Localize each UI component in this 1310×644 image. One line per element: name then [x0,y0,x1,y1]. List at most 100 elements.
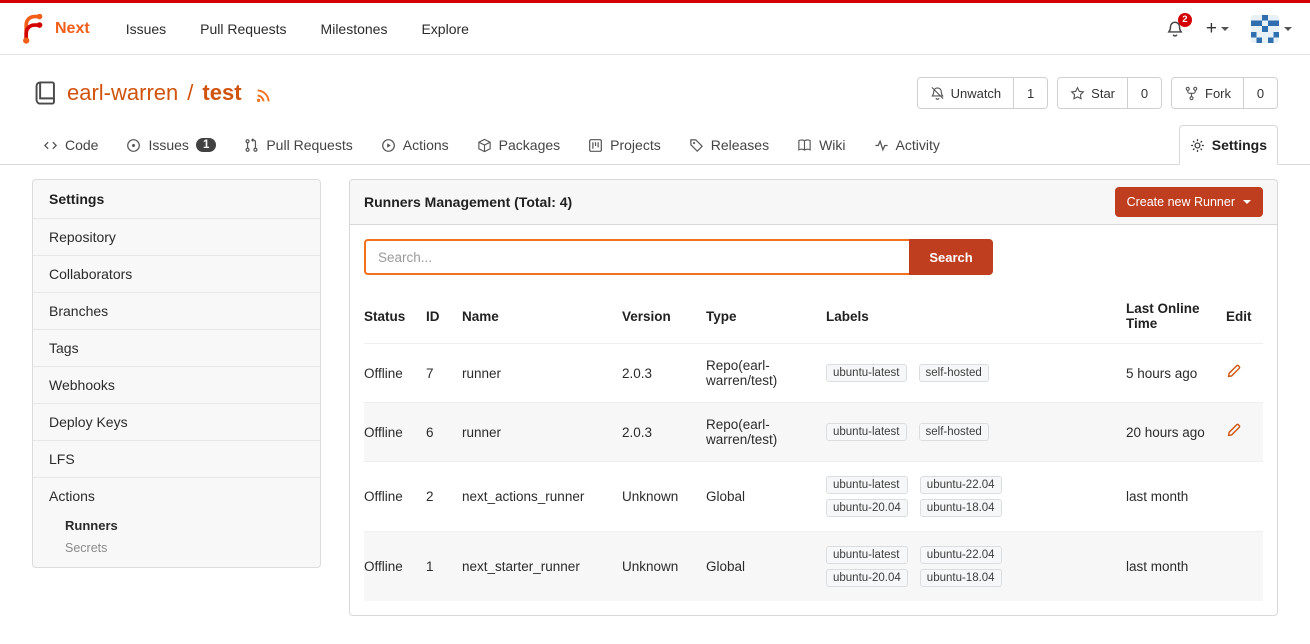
fork-icon [1184,86,1199,101]
runner-row: Offline1next_starter_runnerUnknownGlobal… [364,532,1263,602]
runners-panel: Runners Management (Total: 4) Create new… [349,179,1278,616]
brand-name: Next [55,20,90,38]
col-type: Type [706,289,826,344]
runner-edit-cell [1226,532,1263,602]
sidebar-item-collaborators[interactable]: Collaborators [33,255,320,292]
tab-activity-label: Activity [896,137,940,153]
sidebar-item-secrets[interactable]: Secrets [33,537,320,567]
bell-slash-icon [930,86,945,101]
runner-type: Repo(earl-warren/test) [706,403,826,462]
col-last-online: Last Online Time [1126,289,1226,344]
runner-last-online: last month [1126,532,1226,602]
search-button[interactable]: Search [909,239,993,275]
rss-feed-icon[interactable] [255,87,272,104]
nav-item-pull-requests[interactable]: Pull Requests [200,21,286,37]
repo-owner-link[interactable]: earl-warren [67,80,178,106]
panel-title: Runners Management (Total: 4) [364,194,572,210]
fork-count[interactable]: 0 [1243,78,1277,108]
runner-name: next_starter_runner [462,532,622,602]
tab-wiki[interactable]: Wiki [786,125,856,165]
col-name: Name [462,289,622,344]
repo-title: earl-warren / test [32,80,272,106]
issue-icon [126,138,141,153]
tab-projects-label: Projects [610,137,661,153]
edit-runner-button[interactable] [1226,364,1241,379]
navbar-links: Issues Pull Requests Milestones Explore [126,21,469,37]
runner-version: Unknown [622,462,706,532]
edit-runner-button[interactable] [1226,423,1241,438]
runners-table: Status ID Name Version Type Labels Last … [364,289,1263,601]
gear-icon [1190,138,1205,153]
star-icon [1070,86,1085,101]
tab-projects[interactable]: Projects [577,125,672,165]
sidebar-title: Settings [33,180,320,218]
repo-name-link[interactable]: test [202,80,241,106]
runner-name: runner [462,344,622,403]
forgejo-logo-link[interactable]: Next [18,14,90,44]
create-runner-button[interactable]: Create new Runner [1115,187,1263,217]
settings-sidebar: Settings Repository Collaborators Branch… [32,179,321,568]
tab-actions[interactable]: Actions [370,125,460,165]
runner-labels: ubuntu-latestubuntu-22.04ubuntu-20.04ubu… [826,532,1126,602]
sidebar-item-deploy-keys[interactable]: Deploy Keys [33,403,320,440]
runner-status: Offline [364,403,426,462]
star-count[interactable]: 0 [1127,78,1161,108]
create-new-menu[interactable]: + [1206,18,1229,40]
nav-item-milestones[interactable]: Milestones [321,21,388,37]
tab-issues[interactable]: Issues 1 [115,125,227,165]
star-button[interactable]: Star [1058,78,1127,108]
notifications-button[interactable]: 2 [1166,20,1184,38]
runner-label-badge: ubuntu-latest [826,546,908,564]
runner-label-badge: ubuntu-20.04 [826,569,908,587]
sidebar-item-repository[interactable]: Repository [33,218,320,255]
tab-code[interactable]: Code [32,125,109,165]
project-board-icon [588,138,603,153]
repo-icon [32,80,58,106]
runner-type: Repo(earl-warren/test) [706,344,826,403]
user-menu[interactable] [1251,15,1292,43]
tab-settings-label: Settings [1212,137,1267,153]
issues-count-badge: 1 [196,138,216,152]
runners-panel-body: Search Status ID Name Version Type Label… [349,225,1278,616]
sidebar-item-runners[interactable]: Runners [33,514,320,537]
sidebar-item-tags[interactable]: Tags [33,329,320,366]
col-version: Version [622,289,706,344]
sidebar-item-lfs[interactable]: LFS [33,440,320,477]
runner-label-badge: ubuntu-18.04 [920,499,1002,517]
search-input[interactable] [364,239,909,275]
runner-edit-cell [1226,462,1263,532]
runner-last-online: last month [1126,462,1226,532]
watch-count[interactable]: 1 [1013,78,1047,108]
repo-header: earl-warren / test Unwatch 1 [32,77,1278,109]
top-navbar: Next Issues Pull Requests Milestones Exp… [0,3,1310,55]
tab-settings[interactable]: Settings [1179,125,1278,165]
forgejo-logo-icon [18,14,48,44]
tab-activity[interactable]: Activity [863,125,951,165]
sidebar-item-branches[interactable]: Branches [33,292,320,329]
tab-pull-requests-label: Pull Requests [266,137,352,153]
fork-button[interactable]: Fork [1172,78,1243,108]
pulse-icon [874,138,889,153]
tab-packages[interactable]: Packages [466,125,571,165]
nav-item-explore[interactable]: Explore [421,21,468,37]
runner-row: Offline6runner2.0.3Repo(earl-warren/test… [364,403,1263,462]
runner-label-badge: self-hosted [919,364,989,382]
runner-label-badge: ubuntu-18.04 [920,569,1002,587]
runner-label-badge: ubuntu-latest [826,476,908,494]
tab-releases[interactable]: Releases [678,125,780,165]
runner-search-form: Search [364,239,1263,275]
sidebar-item-actions[interactable]: Actions [33,477,320,514]
nav-item-issues[interactable]: Issues [126,21,166,37]
tab-code-label: Code [65,137,98,153]
runner-labels: ubuntu-latestubuntu-22.04ubuntu-20.04ubu… [826,462,1126,532]
unwatch-button[interactable]: Unwatch [918,78,1014,108]
col-status: Status [364,289,426,344]
sidebar-item-webhooks[interactable]: Webhooks [33,366,320,403]
tab-pull-requests[interactable]: Pull Requests [233,125,363,165]
runner-row: Offline7runner2.0.3Repo(earl-warren/test… [364,344,1263,403]
runner-id: 7 [426,344,462,403]
runner-label-badge: ubuntu-22.04 [920,476,1002,494]
watch-button-group: Unwatch 1 [917,77,1049,109]
tab-wiki-label: Wiki [819,137,845,153]
col-edit: Edit [1226,289,1263,344]
